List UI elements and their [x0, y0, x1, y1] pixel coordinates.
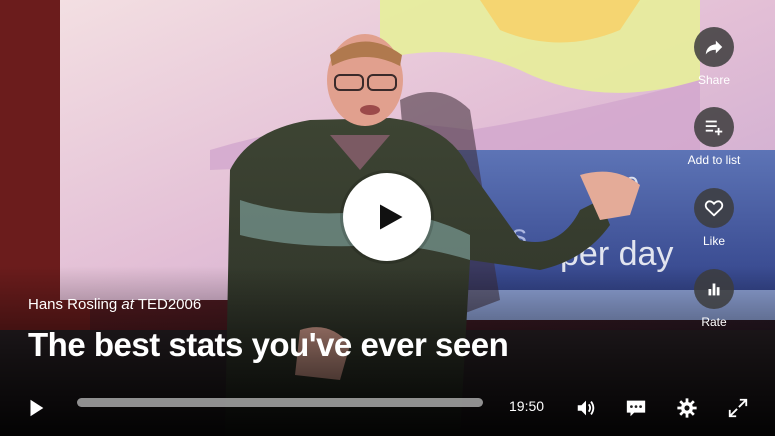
progress-bar[interactable]	[77, 398, 483, 407]
play-button[interactable]	[20, 380, 52, 436]
talk-title: The best stats you've ever seen	[28, 326, 509, 363]
share-label: Share	[697, 73, 731, 87]
talk-info: Hans Rosling at TED2006	[28, 296, 201, 314]
fullscreen-icon	[728, 398, 748, 418]
rate-button[interactable]: Rate	[675, 269, 753, 329]
bar-chart-icon	[708, 283, 720, 296]
play-icon	[30, 399, 44, 417]
speaker-name[interactable]: Hans Rosling	[28, 296, 117, 313]
video-player[interactable]: per day ollars 10 Hans Rosling at TED200…	[0, 0, 775, 436]
at-label: at	[121, 296, 134, 313]
heart-icon	[704, 200, 724, 217]
play-button-large[interactable]	[343, 173, 431, 261]
share-button[interactable]: Share	[675, 27, 753, 87]
subtitles-button[interactable]	[620, 380, 652, 436]
like-label: Like	[702, 234, 725, 248]
play-icon	[379, 204, 402, 230]
settings-gear-icon	[677, 398, 697, 418]
share-arrow-icon	[705, 40, 723, 55]
volume-icon	[577, 400, 595, 416]
event-name[interactable]: TED2006	[138, 296, 201, 313]
subtitles-icon	[626, 400, 646, 417]
like-button[interactable]: Like	[675, 188, 753, 248]
fullscreen-button[interactable]	[722, 380, 754, 436]
volume-button[interactable]	[570, 380, 602, 436]
settings-button[interactable]	[671, 380, 703, 436]
add-to-list-label: Add to list	[687, 153, 741, 167]
duration-label: 19:50	[509, 398, 545, 414]
speaker-line: Hans Rosling at TED2006	[28, 296, 201, 314]
rate-label: Rate	[701, 315, 727, 329]
control-bar	[0, 380, 775, 436]
add-to-list-button[interactable]: Add to list	[675, 107, 753, 167]
playlist-add-icon	[705, 120, 723, 136]
